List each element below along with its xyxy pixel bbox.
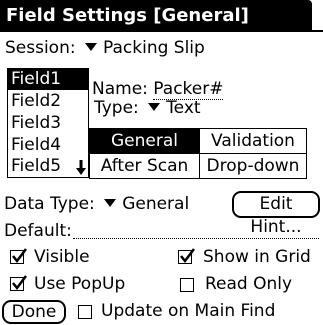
read-only-checkbox[interactable] xyxy=(180,278,194,292)
tab-drop-down[interactable]: Drop-down xyxy=(200,154,306,179)
session-row: Session: Packing Slip xyxy=(5,38,205,58)
visible-label: Visible xyxy=(34,247,90,267)
tab-divider-horizontal xyxy=(90,153,306,154)
checkmark-icon xyxy=(180,248,195,264)
field-settings-screen: Field Settings [General] Session: Packin… xyxy=(0,0,323,325)
form-title: Field Settings [General] xyxy=(0,0,312,32)
title-underline xyxy=(0,30,323,32)
tab-general[interactable]: General xyxy=(90,129,199,154)
name-row: Name: Packer# xyxy=(92,79,224,100)
field-list[interactable]: Field1 Field2 Field3 Field4 Field5 xyxy=(7,68,89,178)
triangle-down-icon xyxy=(85,43,97,51)
default-label: Default: xyxy=(4,221,72,241)
data-type-trigger[interactable]: General xyxy=(100,194,189,214)
read-only-label: Read Only xyxy=(205,274,293,294)
type-value: Text xyxy=(166,98,201,118)
tab-validation[interactable]: Validation xyxy=(200,129,306,154)
edit-hint-button[interactable]: Edit Hint... xyxy=(232,191,320,237)
session-label: Session: xyxy=(5,38,76,58)
show-in-grid-label: Show in Grid xyxy=(203,247,311,267)
checkmark-icon xyxy=(12,275,27,291)
type-trigger[interactable]: Text xyxy=(144,98,201,118)
field-item-2[interactable]: Field2 xyxy=(8,91,88,112)
update-on-main-find-label: Update on Main Find xyxy=(101,301,276,321)
session-value: Packing Slip xyxy=(103,38,205,58)
field-item-1[interactable]: Field1 xyxy=(8,69,88,90)
data-type-row: Data Type: General xyxy=(4,194,189,214)
type-row: Type: Text xyxy=(94,98,201,118)
field-item-3[interactable]: Field3 xyxy=(8,113,88,134)
tab-after-scan[interactable]: After Scan xyxy=(90,154,199,179)
title-bar: Field Settings [General] xyxy=(0,0,323,32)
triangle-down-icon xyxy=(104,199,117,207)
show-in-grid-checkbox[interactable] xyxy=(178,248,195,264)
use-popup-checkbox[interactable] xyxy=(10,275,27,291)
data-type-label: Data Type: xyxy=(4,194,95,214)
data-type-value: General xyxy=(122,194,190,214)
session-trigger[interactable]: Packing Slip xyxy=(81,38,205,58)
name-label: Name: xyxy=(92,79,148,99)
name-field[interactable]: Packer# xyxy=(153,79,224,100)
update-on-main-find-checkbox[interactable] xyxy=(78,305,92,319)
default-field[interactable] xyxy=(73,238,319,239)
scroll-down-arrow-icon[interactable] xyxy=(76,160,86,176)
triangle-down-icon xyxy=(148,103,161,111)
settings-tab-grid: General Validation After Scan Drop-down xyxy=(89,128,307,179)
visible-checkbox[interactable] xyxy=(10,248,27,264)
done-button[interactable]: Done xyxy=(2,300,66,324)
checkmark-icon xyxy=(12,248,27,264)
type-label: Type: xyxy=(94,98,139,118)
use-popup-label: Use PopUp xyxy=(34,274,126,294)
field-item-4[interactable]: Field4 xyxy=(8,135,88,156)
